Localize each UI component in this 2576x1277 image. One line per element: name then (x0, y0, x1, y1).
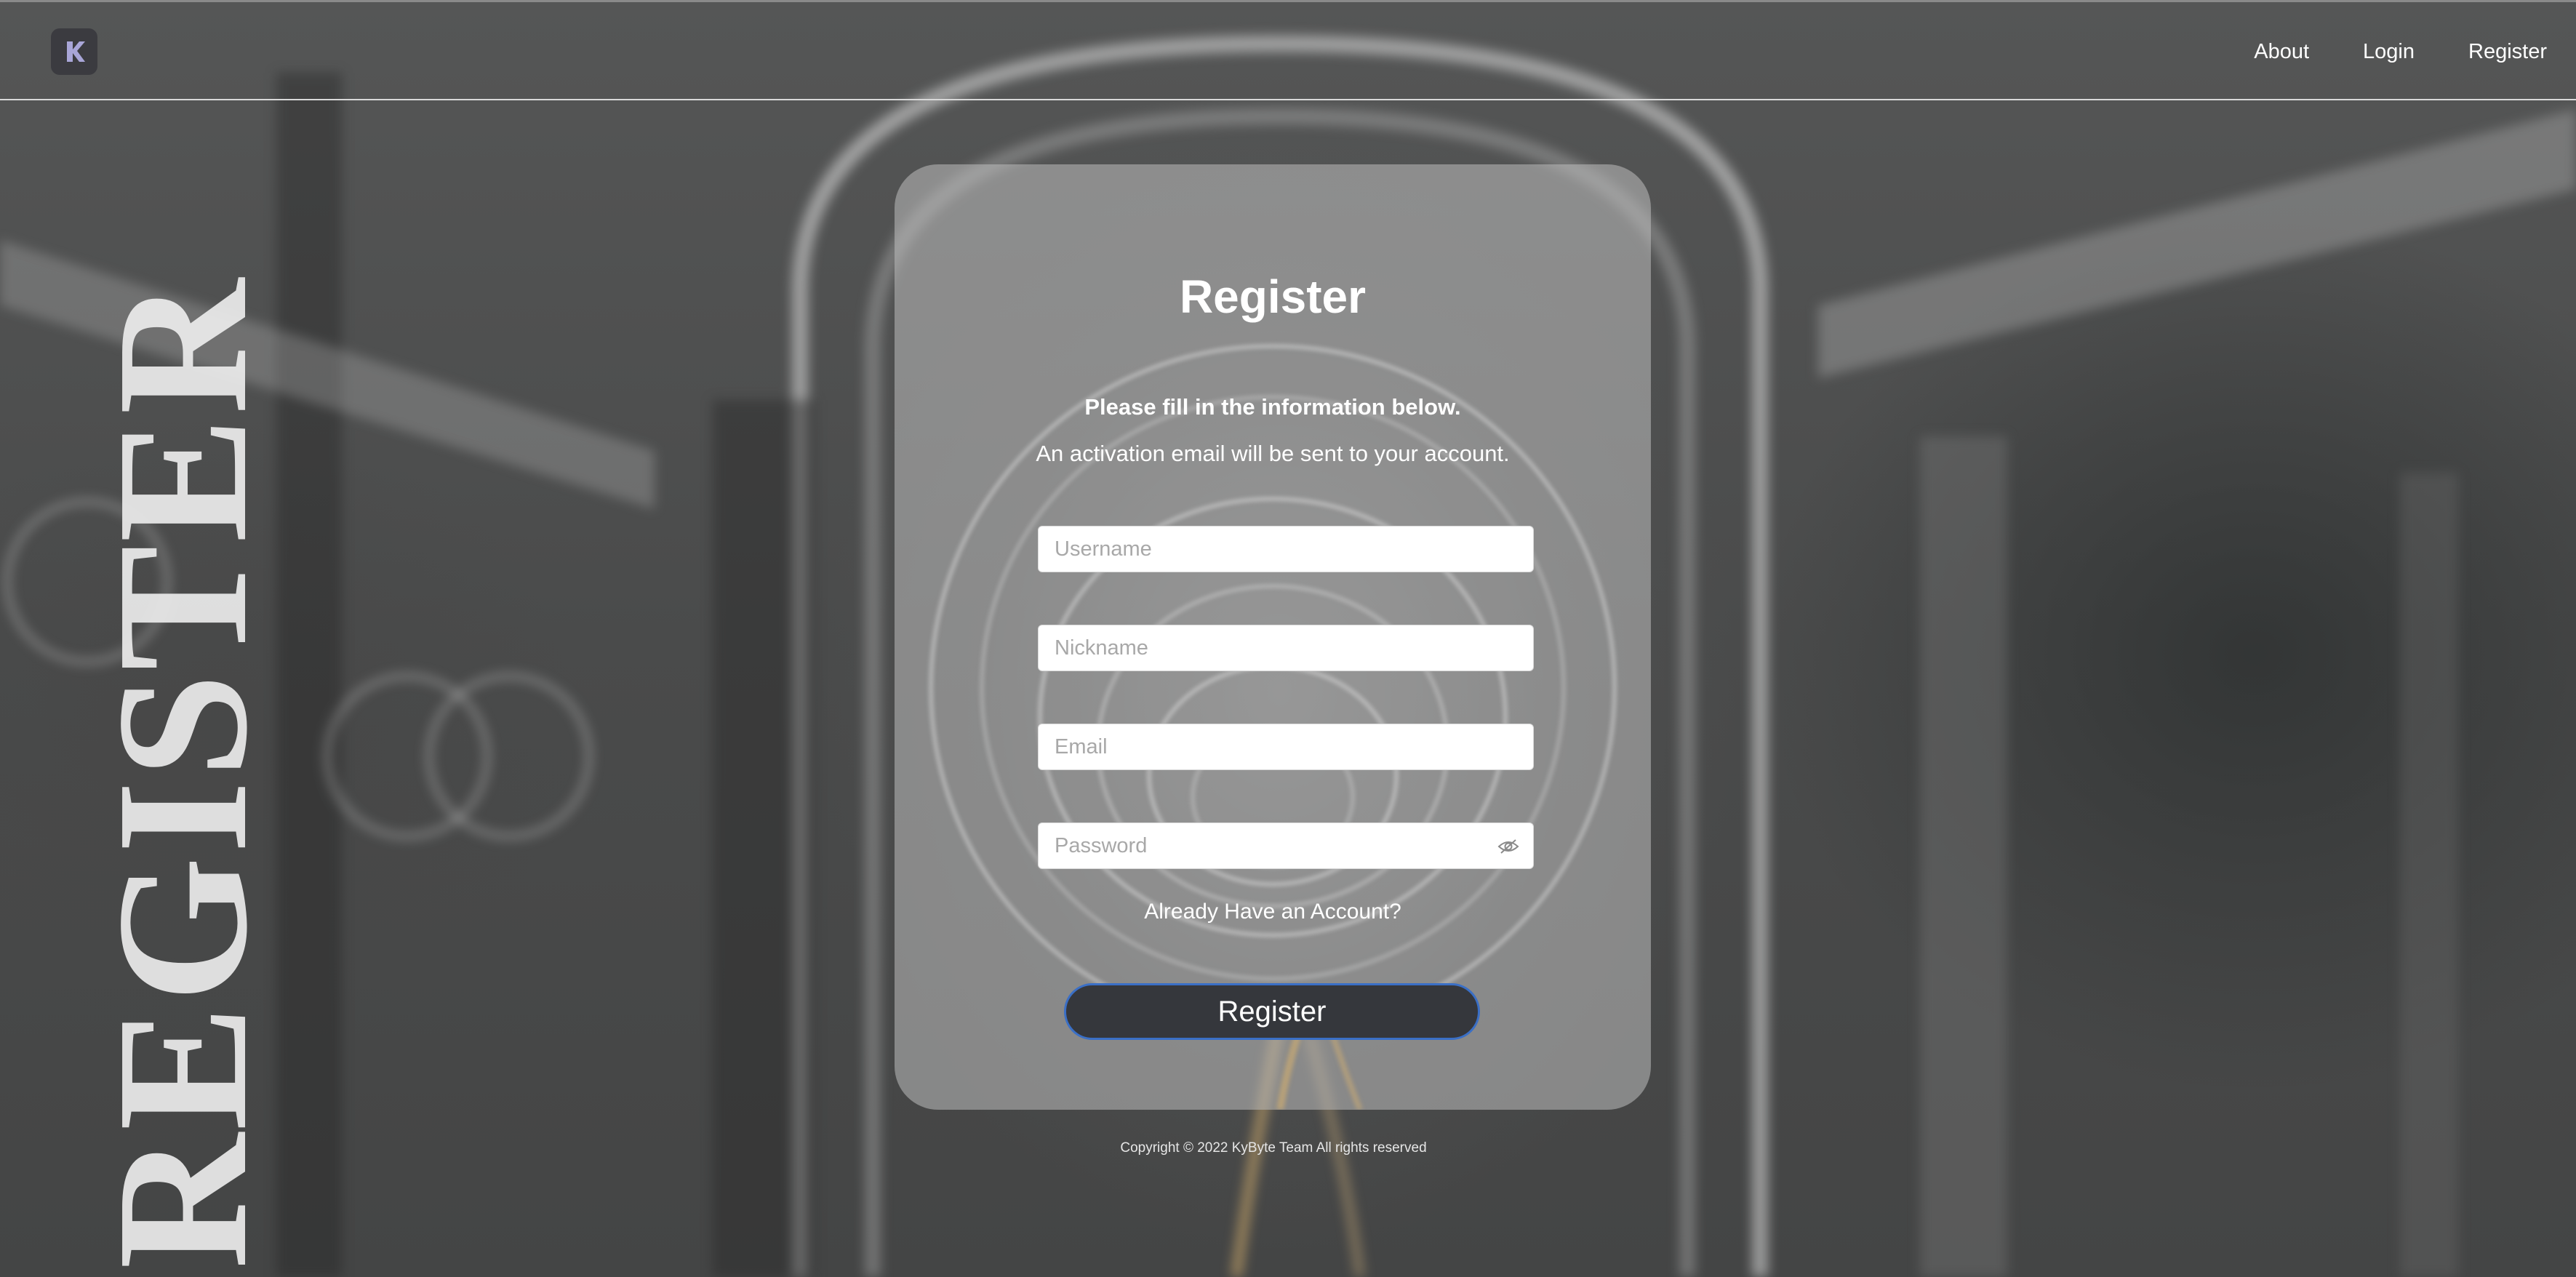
email-input[interactable] (1039, 724, 1533, 769)
form-subtitle: An activation email will be sent to your… (1036, 441, 1510, 466)
username-field (1038, 526, 1534, 572)
copyright-text: Copyright © 2022 KyByte Team All rights … (1120, 1140, 1427, 1156)
main-nav: About Login Register (2200, 34, 2547, 69)
eye-slash-icon[interactable] (1497, 835, 1520, 858)
register-page: About Login Register REGISTER Register P… (0, 0, 2576, 1277)
nickname-field (1038, 625, 1534, 671)
email-field (1038, 724, 1534, 770)
register-submit-button[interactable]: Register (1064, 983, 1480, 1040)
register-card: Register Please fill in the information … (895, 164, 1651, 1110)
nickname-input[interactable] (1039, 625, 1533, 670)
k-logo-icon[interactable] (51, 28, 97, 75)
password-field (1038, 822, 1534, 869)
form-subtitle-bold: Please fill in the information below. (1084, 394, 1461, 420)
top-navbar: About Login Register (0, 0, 2576, 100)
already-have-account-link[interactable]: Already Have an Account? (895, 900, 1651, 924)
nav-about[interactable]: About (2254, 34, 2309, 69)
password-input[interactable] (1039, 823, 1533, 868)
username-input[interactable] (1039, 527, 1533, 572)
side-register-heading: REGISTER (78, 276, 286, 1269)
nav-register[interactable]: Register (2468, 34, 2547, 69)
form-title: Register (1179, 271, 1367, 323)
nav-login[interactable]: Login (2363, 34, 2415, 69)
